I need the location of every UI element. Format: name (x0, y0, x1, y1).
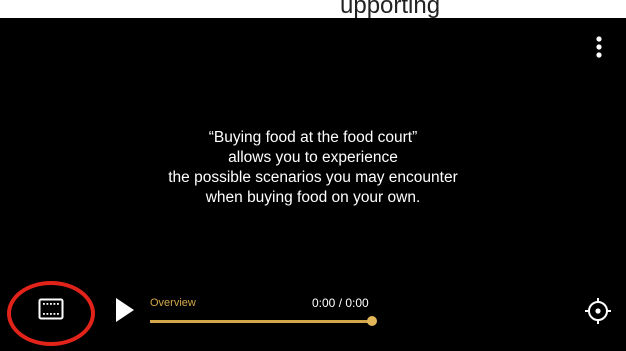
clipped-heading-text: upporting (340, 0, 441, 18)
caption-line: “Buying food at the food court” (208, 129, 418, 146)
caption-line: when buying food on your own. (205, 189, 421, 206)
progress-fill (150, 320, 372, 323)
chapter-label: Overview (150, 297, 196, 309)
scrub-handle[interactable] (367, 316, 377, 326)
top-strip: upporting (0, 0, 626, 18)
film-strip-icon (38, 298, 64, 320)
progress-track[interactable] (150, 320, 372, 323)
caption-line: the possible scenarios you may encounter (168, 169, 458, 186)
time-display: 0:00 / 0:00 (312, 296, 369, 310)
more-options-button[interactable] (589, 34, 609, 64)
play-icon (116, 298, 134, 322)
caption-line: allows you to experience (228, 149, 398, 166)
video-caption: “Buying food at the food court” allows y… (0, 128, 626, 208)
video-player[interactable]: “Buying food at the food court” allows y… (0, 18, 626, 351)
crosshair-icon (585, 298, 611, 324)
locate-button[interactable] (584, 297, 612, 325)
subtitles-button[interactable] (38, 296, 64, 322)
more-vertical-icon (596, 36, 602, 58)
play-button[interactable] (115, 297, 135, 323)
